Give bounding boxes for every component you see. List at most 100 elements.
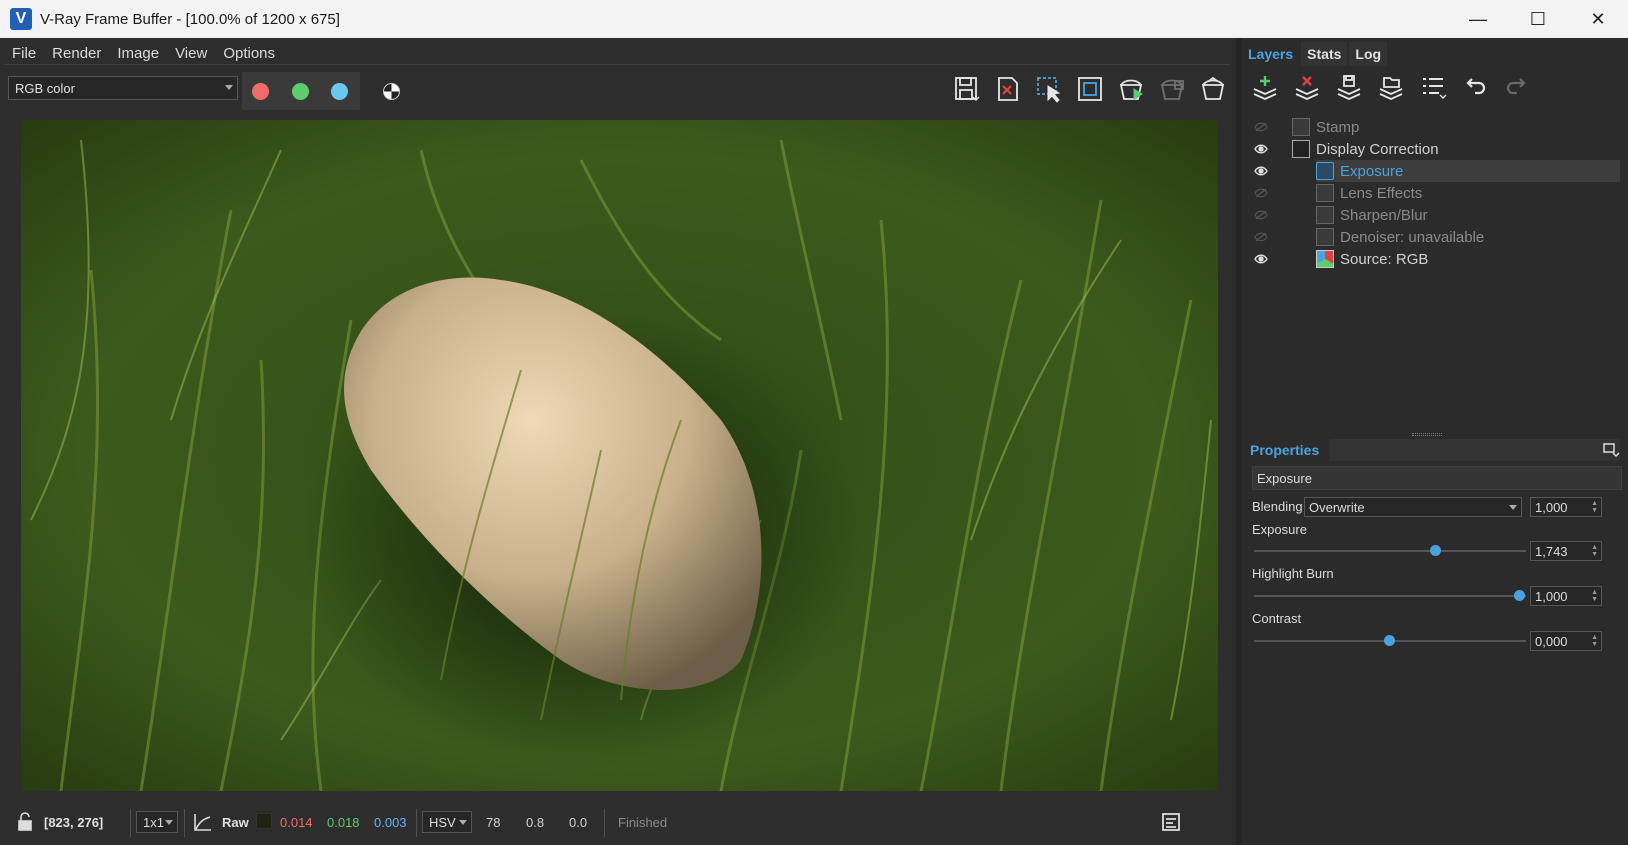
panel-resize-handle[interactable]: [1412, 433, 1442, 436]
title-bar: V V-Ray Frame Buffer - [100.0% of 1200 x…: [0, 0, 1628, 38]
hidden-eye-icon[interactable]: [1252, 228, 1270, 246]
tab-stats[interactable]: Stats: [1301, 42, 1348, 66]
lens-effects-layer-icon: [1316, 184, 1334, 202]
color-curve-icon[interactable]: [192, 811, 214, 836]
sample-size-value: 1x1: [143, 815, 164, 830]
menu-options[interactable]: Options: [215, 45, 283, 62]
properties-menu-icon[interactable]: [1602, 442, 1620, 461]
highlight-burn-slider[interactable]: [1254, 590, 1526, 601]
render-viewport[interactable]: [21, 120, 1218, 791]
panel-tabs: Layers Stats Log: [1242, 42, 1389, 66]
save-layers-icon[interactable]: [1332, 70, 1366, 104]
exposure-slider[interactable]: [1254, 545, 1526, 556]
minimize-button[interactable]: —: [1448, 0, 1508, 38]
rgb-channel-toggles: [242, 72, 360, 110]
menu-file[interactable]: File: [4, 45, 44, 62]
layer-row-lens-effects[interactable]: Lens Effects: [1248, 182, 1620, 204]
contrast-slider[interactable]: [1254, 635, 1526, 646]
monochrome-toggle-icon[interactable]: [383, 83, 400, 100]
close-button[interactable]: ✕: [1568, 0, 1628, 38]
undo-icon[interactable]: [1458, 70, 1492, 104]
tab-log[interactable]: Log: [1349, 42, 1388, 66]
hidden-eye-icon[interactable]: [1252, 206, 1270, 224]
add-layer-icon[interactable]: [1248, 70, 1282, 104]
exposure-slider-knob[interactable]: [1429, 545, 1441, 556]
blending-label: Blending: [1252, 499, 1303, 514]
spinner-arrows-icon[interactable]: ▲ ▼: [1591, 544, 1598, 558]
region-render-icon[interactable]: [1032, 72, 1066, 106]
channel-select[interactable]: RGB color: [8, 76, 238, 100]
layer-row-display-correction[interactable]: Display Correction: [1248, 138, 1620, 160]
layer-tree: Stamp Display Correction Exposure Lens E…: [1248, 110, 1620, 280]
rendered-image: [21, 120, 1218, 791]
save-image-icon[interactable]: [950, 72, 984, 106]
blue-channel-toggle[interactable]: [331, 83, 348, 100]
blending-amount-spinner[interactable]: 1,000 ▲ ▼: [1530, 497, 1602, 517]
load-layers-icon[interactable]: [1374, 70, 1408, 104]
layer-list-menu-icon[interactable]: [1416, 70, 1450, 104]
render-state: Finished: [618, 815, 668, 830]
delete-layer-icon[interactable]: [1290, 70, 1324, 104]
track-mouse-icon[interactable]: [1073, 72, 1107, 106]
spinner-arrows-icon[interactable]: ▲ ▼: [1591, 634, 1598, 648]
menu-view[interactable]: View: [167, 45, 215, 62]
eye-icon[interactable]: [1252, 162, 1270, 180]
contrast-value: 0,000: [1535, 634, 1568, 649]
properties-header: Properties: [1242, 439, 1628, 463]
contrast-spinner[interactable]: 0,000 ▲ ▼: [1530, 631, 1602, 651]
highlight-burn-spinner[interactable]: 1,000 ▲ ▼: [1530, 586, 1602, 606]
menu-divider: [4, 64, 1230, 65]
eye-icon[interactable]: [1252, 250, 1270, 268]
exposure-spinner[interactable]: 1,743 ▲ ▼: [1530, 541, 1602, 561]
blending-amount-value: 1,000: [1535, 500, 1568, 515]
chevron-down-icon: [1509, 505, 1517, 510]
status-bar: [823, 276] 1x1 Raw 0.014 0.018 0.003 HSV…: [4, 803, 1230, 841]
layer-name: Denoiser: unavailable: [1340, 228, 1485, 246]
spinner-arrows-icon[interactable]: ▲ ▼: [1591, 500, 1598, 514]
blending-select[interactable]: Overwrite: [1304, 497, 1522, 517]
hidden-eye-icon[interactable]: [1252, 184, 1270, 202]
red-channel-toggle[interactable]: [252, 83, 269, 100]
colorspace-value: HSV: [429, 815, 456, 830]
pixel-blue-value: 0.003: [374, 815, 407, 830]
layer-toolbar: [1248, 70, 1534, 110]
eye-icon[interactable]: [1252, 140, 1270, 158]
layer-row-denoiser[interactable]: Denoiser: unavailable: [1248, 226, 1620, 248]
pixel-mode-label[interactable]: Raw: [222, 815, 249, 830]
tab-layers[interactable]: Layers: [1242, 42, 1300, 66]
spinner-arrows-icon[interactable]: ▲ ▼: [1591, 589, 1598, 603]
highlight-burn-slider-knob[interactable]: [1514, 590, 1526, 601]
layer-row-sharpen-blur[interactable]: Sharpen/Blur: [1248, 204, 1620, 226]
contrast-slider-knob[interactable]: [1383, 635, 1395, 646]
layer-row-source-rgb[interactable]: Source: RGB: [1248, 248, 1620, 270]
render-interactive-icon[interactable]: [1114, 72, 1148, 106]
status-divider: [184, 809, 185, 837]
history-panel-icon[interactable]: [1160, 811, 1182, 836]
clear-image-icon[interactable]: [991, 72, 1025, 106]
hidden-eye-icon[interactable]: [1252, 118, 1270, 136]
highlight-burn-value: 1,000: [1535, 589, 1568, 604]
status-divider: [604, 809, 605, 837]
layer-name: Sharpen/Blur: [1340, 206, 1428, 224]
redo-icon[interactable]: [1500, 70, 1534, 104]
denoiser-layer-icon: [1316, 228, 1334, 246]
maximize-button[interactable]: ☐: [1508, 0, 1568, 38]
menu-image[interactable]: Image: [109, 45, 167, 62]
colorspace-select[interactable]: HSV: [422, 811, 472, 833]
menu-bar: File Render Image View Options: [4, 40, 283, 66]
chevron-down-icon: [165, 820, 173, 825]
frame-buffer-area: File Render Image View Options RGB color: [0, 38, 1236, 845]
stamp-layer-icon: [1292, 118, 1310, 136]
stop-render-icon[interactable]: [1155, 72, 1189, 106]
render-icon[interactable]: [1196, 72, 1230, 106]
menu-render[interactable]: Render: [44, 45, 109, 62]
green-channel-toggle[interactable]: [292, 83, 309, 100]
exposure-layer-icon: [1316, 162, 1334, 180]
pixel-red-value: 0.014: [280, 815, 313, 830]
lock-icon[interactable]: [14, 811, 36, 836]
layer-row-stamp[interactable]: Stamp: [1248, 116, 1620, 138]
sample-size-select[interactable]: 1x1: [136, 811, 178, 833]
curve-layer-icon: [1292, 140, 1310, 158]
pixel-green-value: 0.018: [327, 815, 360, 830]
layer-row-exposure[interactable]: Exposure: [1248, 160, 1620, 182]
